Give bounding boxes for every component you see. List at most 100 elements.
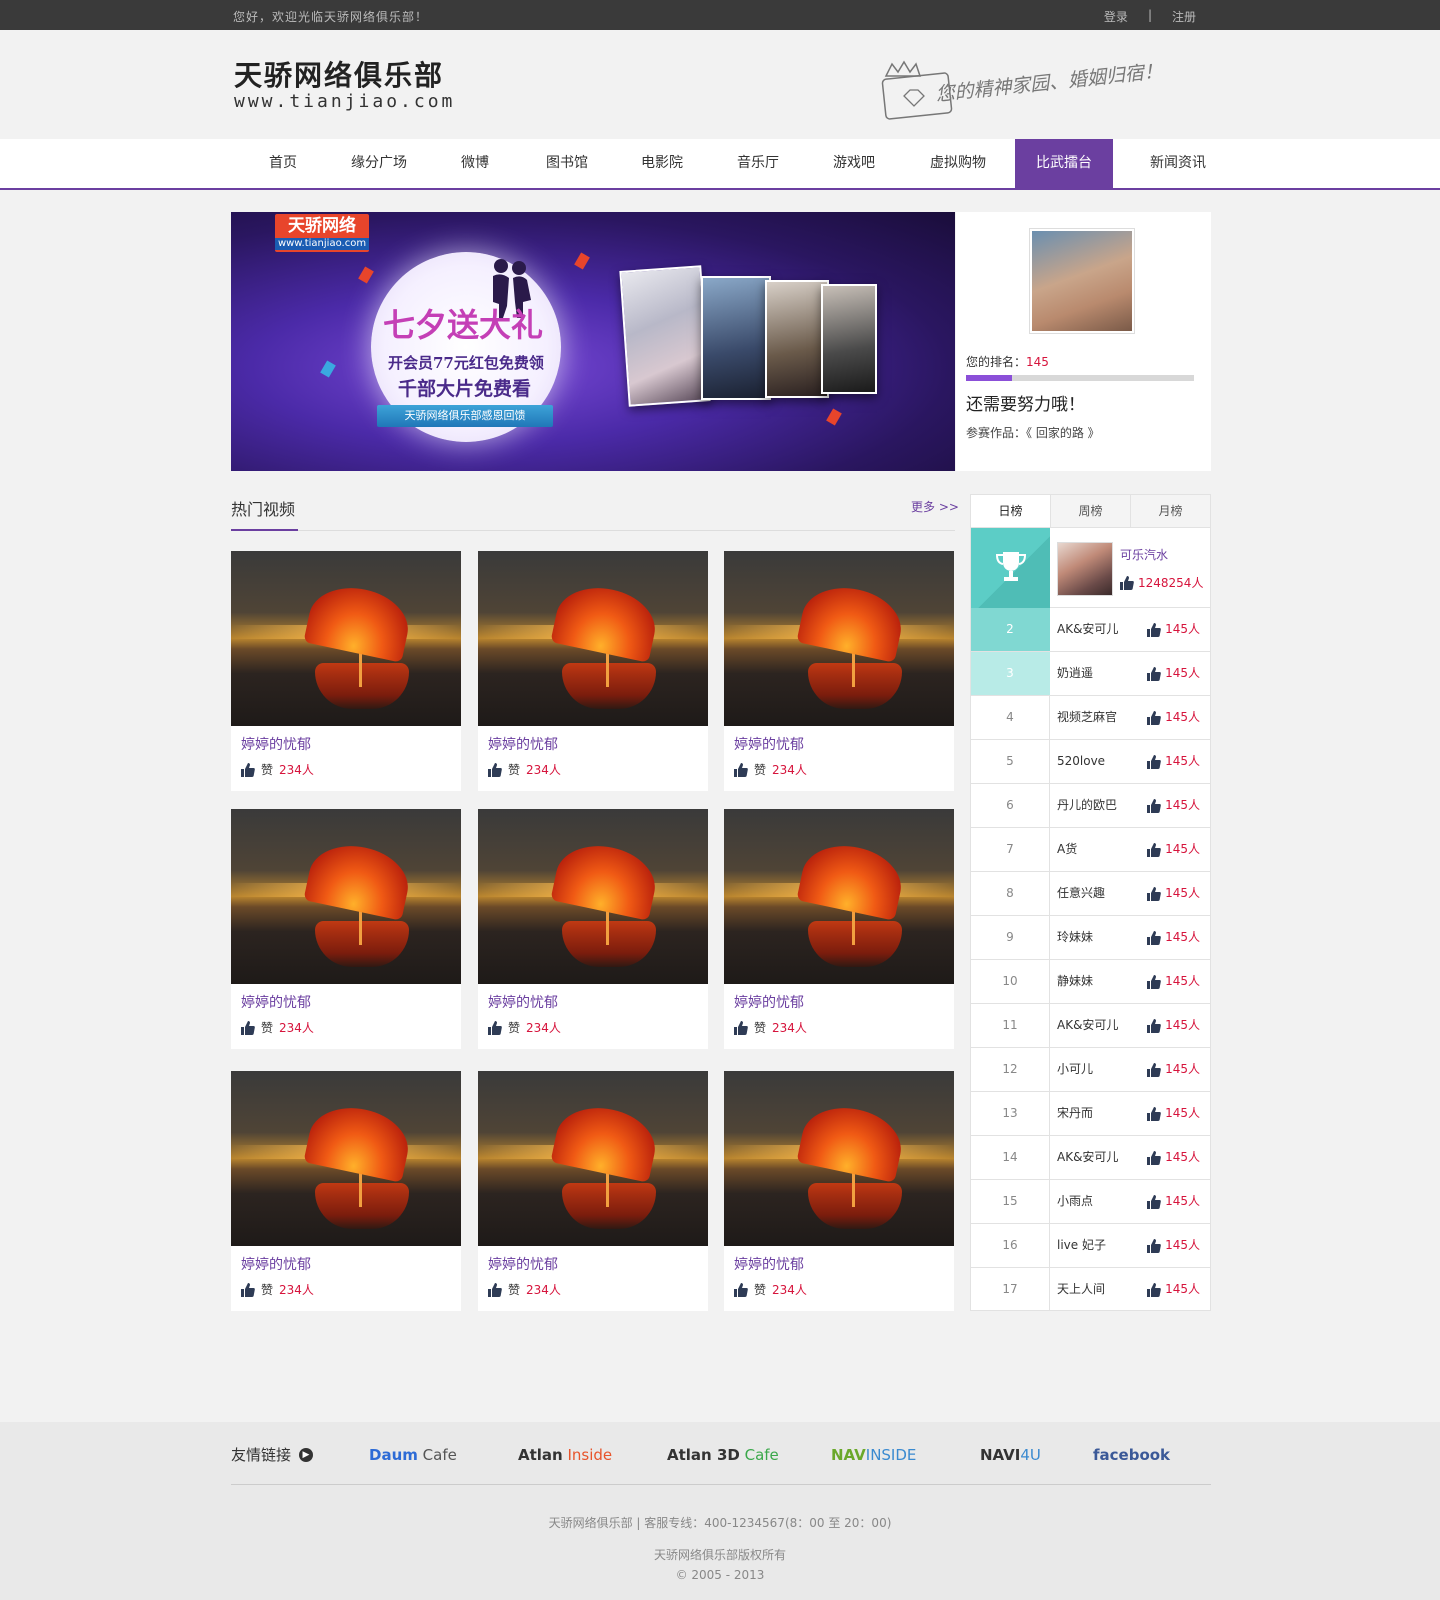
video-title[interactable]: 婷婷的忧郁 [734,734,804,754]
tab-weekly[interactable]: 周榜 [1050,495,1130,527]
video-card[interactable]: 婷婷的忧郁赞 234人 [478,551,708,791]
video-title[interactable]: 婷婷的忧郁 [488,1254,558,1274]
rank-user-name[interactable]: AK&安可儿 [1057,608,1118,651]
nav-virtual-shop[interactable]: 虚拟购物 [920,139,996,188]
video-thumbnail[interactable] [724,809,954,984]
register-link[interactable]: 注册 [1172,8,1196,25]
rank-user-name[interactable]: live 妃子 [1057,1224,1106,1267]
nav-news[interactable]: 新闻资讯 [1144,139,1212,188]
site-logo[interactable]: 天骄网络俱乐部 www.tianjiao.com [234,60,455,112]
video-card[interactable]: 婷婷的忧郁赞 234人 [478,1071,708,1311]
ranking-row[interactable]: 10 静妹妹 145人 [971,960,1210,1004]
ranking-row[interactable]: 4 视频芝麻官 145人 [971,696,1210,740]
ranking-row[interactable]: 13 宋丹而 145人 [971,1092,1210,1136]
video-title[interactable]: 婷婷的忧郁 [241,734,311,754]
like-label[interactable]: 赞 [508,1281,520,1298]
arrow-right-icon[interactable]: ▶ [299,1447,314,1462]
ranking-first-place[interactable]: 可乐汽水 1248254人 [971,528,1210,608]
friend-link[interactable]: Atlan Inside [518,1446,612,1464]
rank-user-name[interactable]: 玲妹妹 [1057,916,1093,959]
ranking-row[interactable]: 8 任意兴趣 145人 [971,872,1210,916]
video-card[interactable]: 婷婷的忧郁赞 234人 [231,551,461,791]
rank-user-name[interactable]: 丹儿的欧巴 [1057,784,1117,827]
rank-user-name[interactable]: 天上人间 [1057,1268,1105,1311]
ranking-row[interactable]: 5 520love 145人 [971,740,1210,784]
video-thumbnail[interactable] [478,1071,708,1246]
like-label[interactable]: 赞 [754,1281,766,1298]
friend-link[interactable]: NAVINSIDE [831,1446,916,1464]
rank-user-name[interactable]: 宋丹而 [1057,1092,1093,1135]
like-label[interactable]: 赞 [261,1281,273,1298]
friend-link[interactable]: NAVI4U [980,1446,1041,1464]
video-thumbnail[interactable] [724,1071,954,1246]
ranking-row[interactable]: 12 小可儿 145人 [971,1048,1210,1092]
rank-user-name[interactable]: AK&安可儿 [1057,1136,1118,1179]
rank-user-name[interactable]: AK&安可儿 [1057,1004,1118,1047]
nav-arena[interactable]: 比武擂台 [1015,139,1113,188]
like-label[interactable]: 赞 [261,1019,273,1036]
video-title[interactable]: 婷婷的忧郁 [241,992,311,1012]
rank-user-name[interactable]: 任意兴趣 [1057,872,1105,915]
promo-banner[interactable]: 天骄网络 www.tianjiao.com 七夕送大礼 开会员77元红包免费领 … [231,212,955,471]
tab-monthly[interactable]: 月榜 [1130,495,1210,527]
ranking-row[interactable]: 14 AK&安可儿 145人 [971,1136,1210,1180]
video-card[interactable]: 婷婷的忧郁赞 234人 [231,809,461,1049]
friend-link[interactable]: facebook [1093,1446,1170,1464]
ranking-row[interactable]: 15 小雨点 145人 [971,1180,1210,1224]
ranking-row[interactable]: 2 AK&安可儿 145人 [971,608,1210,652]
rank-user-name[interactable]: 小可儿 [1057,1048,1093,1091]
tab-daily[interactable]: 日榜 [971,495,1050,527]
nav-fate-square[interactable]: 缘分广场 [341,139,417,188]
friend-link[interactable]: Atlan 3D Cafe [667,1446,779,1464]
video-card[interactable]: 婷婷的忧郁赞 234人 [231,1071,461,1311]
more-link[interactable]: 更多 >> [911,498,959,515]
first-place-name[interactable]: 可乐汽水 [1120,546,1168,563]
video-thumbnail[interactable] [231,809,461,984]
like-label[interactable]: 赞 [261,761,273,778]
video-title[interactable]: 婷婷的忧郁 [734,1254,804,1274]
video-card[interactable]: 婷婷的忧郁赞 234人 [724,1071,954,1311]
video-title[interactable]: 婷婷的忧郁 [241,1254,311,1274]
like-label[interactable]: 赞 [508,1019,520,1036]
video-thumbnail[interactable] [231,551,461,726]
video-thumbnail[interactable] [478,809,708,984]
ranking-row[interactable]: 3 奶逍遥 145人 [971,652,1210,696]
video-thumbnail[interactable] [724,551,954,726]
rank-user-name[interactable]: 静妹妹 [1057,960,1093,1003]
rank-user-name[interactable]: 小雨点 [1057,1180,1093,1223]
work-title-link[interactable]: 《 回家的路 》 [1026,426,1100,440]
like-label[interactable]: 赞 [754,1019,766,1036]
nav-library[interactable]: 图书馆 [535,139,599,188]
friend-link[interactable]: Daum Cafe [369,1446,457,1464]
ranking-row[interactable]: 11 AK&安可儿 145人 [971,1004,1210,1048]
video-title[interactable]: 婷婷的忧郁 [488,734,558,754]
nav-cinema[interactable]: 电影院 [630,139,694,188]
nav-home[interactable]: 首页 [255,139,311,188]
video-thumbnail[interactable] [231,1071,461,1246]
ranking-row[interactable]: 16 live 妃子 145人 [971,1224,1210,1268]
nav-weibo[interactable]: 微博 [450,139,500,188]
nav-music-hall[interactable]: 音乐厅 [726,139,790,188]
video-card[interactable]: 婷婷的忧郁赞 234人 [478,809,708,1049]
login-link[interactable]: 登录 [1104,8,1128,25]
nav-game-bar[interactable]: 游戏吧 [822,139,886,188]
rank-user-name[interactable]: 520love [1057,740,1105,783]
movie-poster [821,284,877,394]
rank-user-name[interactable]: A货 [1057,828,1077,871]
like-label[interactable]: 赞 [754,761,766,778]
ranking-row[interactable]: 6 丹儿的欧巴 145人 [971,784,1210,828]
video-title[interactable]: 婷婷的忧郁 [488,992,558,1012]
rank-user-name[interactable]: 视频芝麻官 [1057,696,1117,739]
rank-value: 145 [1026,355,1049,369]
video-title[interactable]: 婷婷的忧郁 [734,992,804,1012]
ranking-row[interactable]: 7 A货 145人 [971,828,1210,872]
like-label[interactable]: 赞 [508,761,520,778]
video-likes: 赞 234人 [488,761,561,778]
user-avatar[interactable] [1029,228,1135,334]
video-card[interactable]: 婷婷的忧郁赞 234人 [724,551,954,791]
video-thumbnail[interactable] [478,551,708,726]
video-card[interactable]: 婷婷的忧郁赞 234人 [724,809,954,1049]
rank-user-name[interactable]: 奶逍遥 [1057,652,1093,695]
ranking-row[interactable]: 17 天上人间 145人 [971,1268,1210,1312]
ranking-row[interactable]: 9 玲妹妹 145人 [971,916,1210,960]
